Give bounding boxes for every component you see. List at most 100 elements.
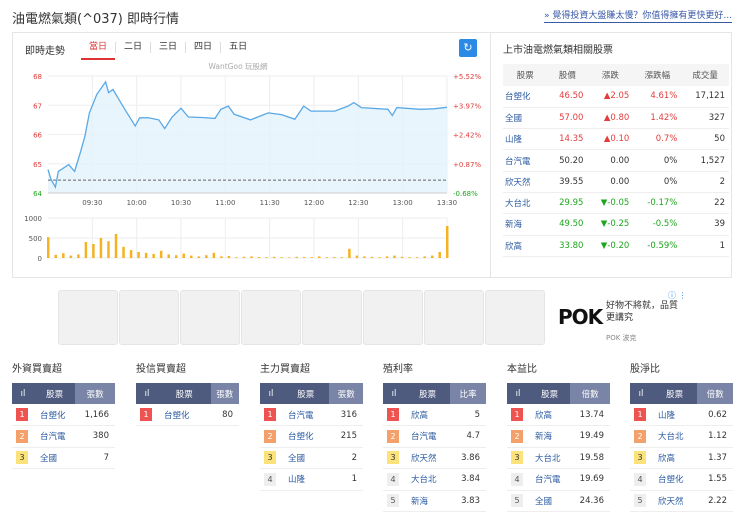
- bar-chart-icon: ıl: [12, 383, 34, 404]
- volume-bar: [340, 257, 344, 258]
- rank-badge: 3: [511, 451, 523, 465]
- table-row: 2 台汽電 4.7: [383, 425, 486, 448]
- bar-chart-icon: ıl: [383, 383, 405, 404]
- stock-link[interactable]: 山隆: [652, 404, 698, 426]
- ad-info-icon[interactable]: ⓘ ⋮: [668, 290, 687, 301]
- volume-bar: [235, 257, 238, 258]
- ad-product-image[interactable]: [180, 290, 240, 345]
- stock-link[interactable]: 山隆: [282, 468, 330, 491]
- stock-link[interactable]: 台汽電: [529, 468, 571, 491]
- cell-name[interactable]: 欣高: [503, 235, 548, 257]
- stock-link[interactable]: 全國: [282, 447, 330, 469]
- stock-link[interactable]: 大台北: [529, 447, 571, 469]
- stock-link[interactable]: 台塑化: [158, 404, 211, 426]
- volume-bar: [114, 234, 118, 258]
- time-tick: 11:00: [215, 199, 235, 207]
- ad-product-image[interactable]: [119, 290, 179, 345]
- cell-name[interactable]: 台汽電: [503, 149, 548, 172]
- stock-link[interactable]: 台塑化: [34, 404, 76, 426]
- stock-link[interactable]: 欣高: [405, 404, 451, 426]
- stock-link[interactable]: 欣天然: [652, 490, 698, 512]
- ad-product-image[interactable]: [302, 290, 362, 345]
- stock-link[interactable]: 台塑化: [652, 468, 698, 491]
- volume-bar: [408, 257, 411, 258]
- price-tick: 68: [33, 73, 42, 81]
- stock-link[interactable]: 台汽電: [282, 404, 330, 426]
- stock-link[interactable]: 台塑化: [282, 425, 330, 448]
- table-row[interactable]: 大台北 29.95 ▼-0.05 -0.17% 22: [503, 192, 729, 215]
- stock-link[interactable]: 台汽電: [405, 425, 451, 448]
- stock-link[interactable]: 大台北: [652, 425, 698, 448]
- cell-name[interactable]: 大台北: [503, 192, 548, 215]
- pct-tick: +5.52%: [453, 73, 481, 81]
- col-header[interactable]: 張數: [210, 383, 239, 404]
- volume-bar: [257, 257, 261, 258]
- rank-badge: 2: [16, 429, 28, 443]
- volume-tick: 500: [29, 235, 42, 243]
- table-row: 5 全國 24.36: [507, 490, 610, 512]
- rank-badge: 2: [387, 429, 399, 443]
- table-row[interactable]: 全國 57.00 ▲0.80 1.42% 327: [503, 107, 729, 130]
- cell-pct: 0.7%: [633, 128, 682, 151]
- cell-name[interactable]: 全國: [503, 107, 548, 130]
- ad-product-image[interactable]: [241, 290, 301, 345]
- volume-bar: [242, 256, 246, 258]
- pct-tick: +2.42%: [453, 132, 481, 140]
- col-header[interactable]: 張數: [75, 383, 115, 404]
- col-header[interactable]: 倍數: [570, 383, 610, 404]
- stock-link[interactable]: 欣高: [529, 404, 571, 426]
- cell-price: 29.95: [547, 192, 588, 215]
- volume-bar: [62, 253, 65, 258]
- cell-name[interactable]: 台塑化: [503, 86, 548, 108]
- stock-link[interactable]: 欣天然: [405, 447, 451, 469]
- rank-badge: 1: [264, 408, 276, 421]
- price-tick: 67: [33, 102, 42, 110]
- ad-text[interactable]: 好物不將就，品質更講究: [606, 300, 686, 324]
- volume-bar: [348, 248, 351, 258]
- promo-link[interactable]: » 覺得投資大盤賺太慢？你值得擁有更快更好...: [544, 8, 732, 23]
- stock-link[interactable]: 新海: [405, 490, 451, 512]
- table-row: 2 台汽電 380: [12, 425, 115, 448]
- volume-bar: [227, 256, 231, 258]
- col-header[interactable]: 比率: [450, 383, 486, 404]
- col-header: 股票: [503, 64, 548, 86]
- ad-product-image[interactable]: [424, 290, 484, 345]
- col-header: 股票: [405, 383, 451, 404]
- table-row[interactable]: 山隆 14.35 ▲0.10 0.7% 50: [503, 128, 729, 151]
- volume-bar: [122, 246, 125, 258]
- cell-name[interactable]: 新海: [503, 213, 548, 236]
- table-row[interactable]: 台塑化 46.50 ▲2.05 4.61% 17,121: [503, 86, 729, 108]
- stock-link[interactable]: 台汽電: [34, 425, 76, 448]
- col-header: 漲跌幅: [633, 64, 682, 86]
- col-header: 股票: [158, 383, 211, 404]
- cell-chg: ▲0.80: [587, 107, 634, 130]
- stock-link[interactable]: 全國: [529, 490, 571, 512]
- table-row[interactable]: 新海 49.50 ▼-0.25 -0.5% 39: [503, 213, 729, 236]
- quote-panel: 即時走勢 當日 二日 三日 四日 五日 ↻ WantGoo 玩股網 68 +5.52% 67…: [12, 32, 732, 278]
- cell-price: 33.80: [547, 235, 588, 257]
- rank-badge: 1: [511, 408, 523, 421]
- col-header[interactable]: 張數: [329, 383, 363, 404]
- pok-logo[interactable]: POK: [558, 305, 603, 329]
- cell-vol: 1: [681, 235, 729, 257]
- stock-link[interactable]: 新海: [529, 425, 571, 448]
- cell-name[interactable]: 山隆: [503, 128, 548, 151]
- ad-product-image[interactable]: [58, 290, 118, 345]
- table-row[interactable]: 欣天然 39.55 0.00 0% 2: [503, 171, 729, 193]
- stock-link[interactable]: 全國: [34, 447, 76, 469]
- ranking-title: 本益比: [507, 364, 537, 375]
- ad-product-image[interactable]: [363, 290, 423, 345]
- time-tick: 11:30: [260, 199, 280, 207]
- col-header[interactable]: 倍數: [697, 383, 733, 404]
- table-row[interactable]: 台汽電 50.20 0.00 0% 1,527: [503, 149, 729, 172]
- stock-link[interactable]: 大台北: [405, 468, 451, 491]
- ad-product-image[interactable]: [485, 290, 545, 345]
- table-row[interactable]: 欣高 33.80 ▼-0.20 -0.59% 1: [503, 235, 729, 257]
- volume-bar: [99, 238, 103, 258]
- volume-bar: [47, 237, 50, 258]
- stock-link[interactable]: 欣高: [652, 447, 698, 469]
- rank-badge: 1: [16, 408, 28, 421]
- table-row: 5 欣天然 2.22: [630, 490, 733, 512]
- ranking-title: 股淨比: [630, 364, 660, 375]
- cell-name[interactable]: 欣天然: [503, 171, 548, 193]
